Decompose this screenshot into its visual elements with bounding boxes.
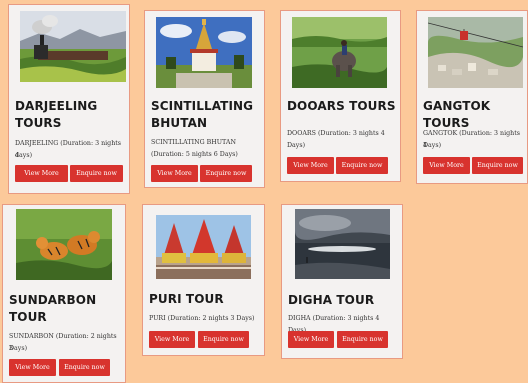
tour-card-puri: PURI TOUR PURI (Duration: 2 nights 3 Day… bbox=[142, 204, 265, 356]
tour-card-bhutan: SCINTILLATING BHUTAN SCINTILLATING BHUTA… bbox=[144, 10, 265, 188]
tour-duration-line1: DOOARS (Duration: 3 nights 4 bbox=[287, 130, 385, 137]
bhutan-photo[interactable] bbox=[156, 17, 252, 88]
tour-title: DOOARS TOURS bbox=[287, 99, 396, 113]
tour-title-line1: DARJEELING bbox=[15, 99, 98, 113]
view-more-button[interactable]: View More bbox=[151, 165, 198, 182]
darjeeling-photo[interactable] bbox=[20, 11, 126, 82]
tour-title-line2: BHUTAN bbox=[151, 116, 208, 130]
enquire-now-button[interactable]: Enquire now bbox=[59, 359, 110, 376]
tour-card-gangtok: GANGTOK TOURS GANGTOK (Duration: 3 night… bbox=[416, 10, 528, 184]
tour-duration-line2: (Duration: 5 nights 6 Days) bbox=[151, 151, 238, 158]
view-more-button[interactable]: View More bbox=[9, 359, 56, 376]
gangtok-photo[interactable] bbox=[428, 17, 523, 88]
tour-title-line1: SUNDARBON bbox=[9, 293, 97, 307]
tour-card-sundarbon: SUNDARBON TOUR SUNDARBON (Duration: 2 ni… bbox=[2, 204, 126, 383]
tour-duration-line2: Days) bbox=[9, 345, 28, 352]
tour-duration-line2: Days) bbox=[287, 142, 306, 149]
enquire-now-button[interactable]: Enquire now bbox=[337, 331, 388, 348]
tour-title: GANGTOK TOURS bbox=[423, 99, 491, 130]
view-more-button[interactable]: View More bbox=[15, 165, 68, 182]
tour-card-darjeeling: DARJEELING TOURS DARJEELING (Duration: 3… bbox=[8, 4, 130, 194]
view-more-button[interactable]: View More bbox=[149, 331, 195, 348]
enquire-now-button[interactable]: Enquire now bbox=[198, 331, 249, 348]
view-more-button[interactable]: View More bbox=[423, 157, 470, 174]
digha-photo[interactable] bbox=[295, 209, 390, 279]
enquire-now-button[interactable]: Enquire now bbox=[70, 165, 123, 182]
sundarbon-photo[interactable] bbox=[16, 209, 112, 280]
view-more-button[interactable]: View More bbox=[288, 331, 334, 348]
tour-title: PURI TOUR bbox=[149, 292, 224, 306]
tour-title-line2: TOURS bbox=[15, 116, 62, 130]
tour-title-line1: SCINTILLATING bbox=[151, 99, 254, 113]
tour-title-line2: TOUR bbox=[9, 310, 47, 324]
tour-duration: PURI (Duration: 2 nights 3 Days) bbox=[149, 315, 255, 322]
tour-duration-line2: Days) bbox=[423, 142, 442, 149]
tour-card-digha: DIGHA TOUR DIGHA (Duration: 3 nights 4 D… bbox=[281, 204, 403, 359]
enquire-now-button[interactable]: Enquire now bbox=[472, 157, 523, 174]
tour-card-dooars: DOOARS TOURS DOOARS (Duration: 3 nights … bbox=[280, 10, 401, 182]
dooars-photo[interactable] bbox=[292, 17, 387, 88]
puri-photo[interactable] bbox=[156, 215, 251, 279]
enquire-now-button[interactable]: Enquire now bbox=[336, 157, 388, 174]
tour-title: DIGHA TOUR bbox=[288, 293, 375, 307]
tour-duration-line2: days) bbox=[15, 152, 33, 159]
enquire-now-button[interactable]: Enquire now bbox=[200, 165, 252, 182]
tour-duration-line1: SCINTILLATING BHUTAN bbox=[151, 139, 236, 146]
view-more-button[interactable]: View More bbox=[287, 157, 334, 174]
